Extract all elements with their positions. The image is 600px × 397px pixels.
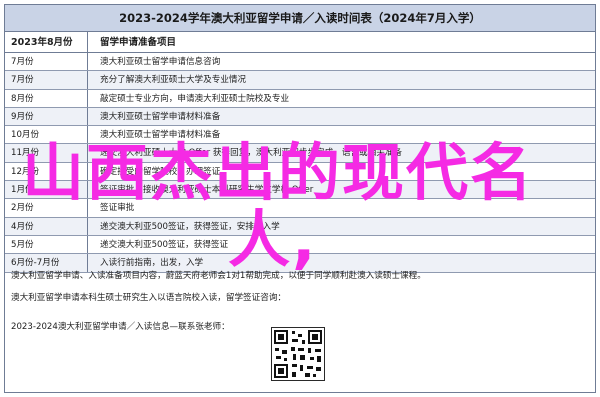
- footer-note-1: 澳大利亚留学申请、入读准备项目内容，蔚蓝天府老师会1对1帮助完成，以便于同学顺利…: [11, 271, 426, 281]
- row-month: 7月份: [5, 71, 88, 89]
- schedule-document: 2023-2024学年澳大利亚留学申请／入读时间表（2024年7月入学） 202…: [4, 4, 596, 393]
- table-row: 8月份 敲定硕士专业方向，申请澳大利亚硕士院校及专业: [5, 89, 595, 108]
- row-task: 充分了解澳大利亚硕士大学及专业情况: [100, 75, 247, 86]
- row-month: 9月份: [5, 107, 88, 126]
- table-row: 4月份 递交澳大利亚500签证，获得签证，安排好入学: [5, 217, 595, 236]
- document-footer: 澳大利亚留学申请、入读准备项目内容，蔚蓝天府老师会1对1帮助完成，以便于同学顺利…: [5, 260, 595, 392]
- row-task: 确定接受的留学院校，办理签证: [100, 166, 221, 177]
- table-row: 7月份 充分了解澳大利亚硕士大学及专业情况: [5, 71, 595, 90]
- table-header-row: 2023年8月份 留学申请准备项目: [5, 32, 595, 53]
- table-row: 12月份 确定接受的留学院校，办理签证: [5, 162, 595, 182]
- row-month: 10月份: [5, 126, 88, 144]
- row-task: 敲定硕士专业方向，申请澳大利亚硕士院校及专业: [100, 93, 290, 104]
- table-row: 9月份 澳大利亚硕士留学申请材料准备: [5, 107, 595, 127]
- footer-note-3: 2023-2024澳大利亚留学申请／入读信息—联系张老师：: [11, 322, 230, 332]
- table-row: 10月份 澳大利亚硕士留学申请材料准备: [5, 126, 595, 145]
- row-task: 签证审批: [100, 203, 135, 214]
- row-task: 签证审批，接收澳大利亚硕士本科研究生学位学校 Offer: [100, 185, 314, 196]
- row-month: 11月份: [5, 144, 88, 162]
- table-row: 5月份 递交澳大利亚500签证，获得签证: [5, 235, 595, 255]
- row-task: 递交澳大利亚硕士大学 Offer 获得回复，澳大利亚初步步完成，语言或相关准备: [100, 148, 402, 159]
- row-month: 2月份: [5, 199, 88, 217]
- row-task: 澳大利亚硕士留学申请材料准备: [100, 130, 221, 141]
- row-month: 12月份: [5, 162, 88, 181]
- row-task: 澳大利亚硕士留学申请材料准备: [100, 111, 221, 122]
- row-task: 递交澳大利亚500签证，获得签证: [100, 239, 229, 250]
- row-month: 7月份: [5, 53, 88, 71]
- table-row: 1月份 签证审批，接收澳大利亚硕士本科研究生学位学校 Offer: [5, 181, 595, 200]
- table-row: 7月份 澳大利亚硕士留学申请信息咨询: [5, 53, 595, 72]
- row-month: 8月份: [5, 89, 88, 107]
- header-task: 留学申请准备项目: [100, 37, 177, 48]
- row-task: 澳大利亚硕士留学申请信息咨询: [100, 57, 221, 67]
- qr-code-image: [271, 327, 325, 381]
- header-month: 2023年8月份: [5, 32, 88, 52]
- row-task: 递交澳大利亚500签证，获得签证，安排好入学: [100, 221, 280, 232]
- row-month: 5月份: [5, 235, 88, 254]
- schedule-table: 7月份 澳大利亚硕士留学申请信息咨询 7月份 充分了解澳大利亚硕士大学及专业情况…: [5, 53, 595, 273]
- table-row: 2月份 签证审批: [5, 199, 595, 218]
- row-month: 4月份: [5, 217, 88, 235]
- table-row: 11月份 递交澳大利亚硕士大学 Offer 获得回复，澳大利亚初步步完成，语言或…: [5, 144, 595, 163]
- document-title: 2023-2024学年澳大利亚留学申请／入读时间表（2024年7月入学）: [5, 5, 595, 32]
- qr-code-graphic: [274, 330, 322, 378]
- footer-note-2: 澳大利亚留学申请本科生硕士研究生入以语言院校入读，留学签证咨询：: [11, 293, 287, 303]
- row-month: 1月份: [5, 181, 88, 199]
